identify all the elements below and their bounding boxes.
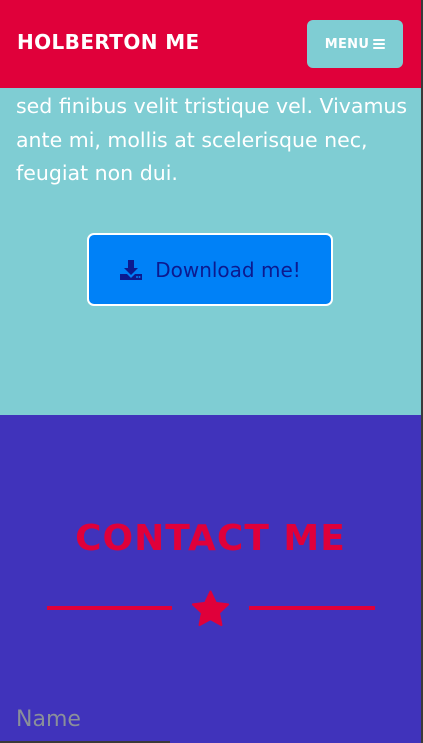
download-label: Download me!: [155, 257, 301, 282]
bars-icon: [373, 38, 386, 50]
top-navbar: HOLBERTON ME MENU: [0, 0, 421, 88]
about-paragraph: sed finibus velit tristique vel. Vivamus…: [16, 94, 408, 185]
divider-line-right: [249, 606, 375, 610]
about-section: sed finibus velit tristique vel. Vivamus…: [0, 88, 421, 415]
divider-line-left: [47, 606, 172, 610]
download-icon: [120, 259, 143, 280]
brand-title[interactable]: HOLBERTON ME: [17, 30, 200, 54]
menu-label: MENU: [324, 36, 370, 52]
page-viewport: HOLBERTON ME MENU sed finibus velit tris…: [0, 0, 421, 743]
contact-section: CONTACT ME: [0, 415, 421, 743]
star-icon: [191, 590, 230, 627]
menu-button[interactable]: MENU: [307, 20, 403, 68]
name-input[interactable]: [0, 698, 170, 743]
download-button[interactable]: Download me!: [87, 233, 333, 306]
contact-title: CONTACT ME: [75, 518, 346, 559]
